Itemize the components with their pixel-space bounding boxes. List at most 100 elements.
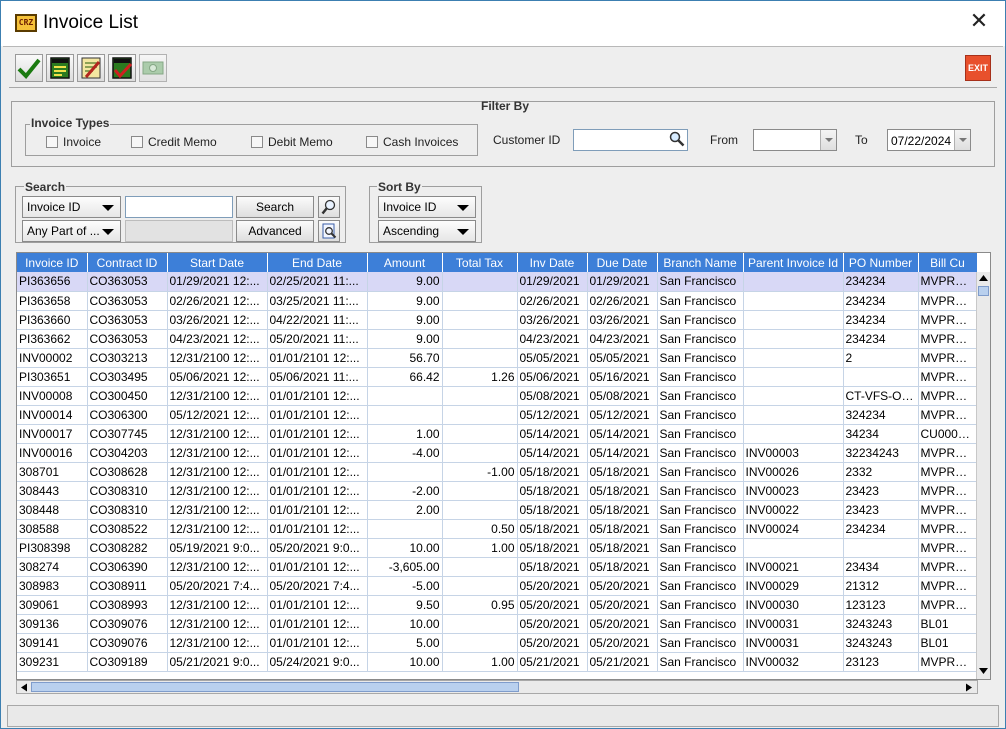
table-cell: 12/31/2100 12:...	[167, 500, 268, 520]
debit-memo-checkbox[interactable]	[251, 136, 263, 148]
customer-search-icon[interactable]	[669, 131, 685, 147]
scroll-left-icon[interactable]	[20, 683, 28, 692]
to-date-dropdown-icon[interactable]	[954, 130, 970, 150]
sort-order-select[interactable]: Ascending	[378, 220, 476, 242]
search-match-select[interactable]: Any Part of ...	[22, 220, 121, 242]
table-row[interactable]: 308983 CO308911 05/20/2021 7:4... 05/20/202…	[17, 576, 978, 596]
table-cell: 05/20/2021 7:4...	[167, 576, 268, 596]
table-row[interactable]: INV00016 CO304203 12/31/2100 12:... 01/01/2…	[17, 443, 978, 463]
credit-memo-checkbox[interactable]	[131, 136, 143, 148]
table-row[interactable]: 308448 CO308310 12/31/2100 12:... 01/01/210…	[17, 500, 978, 520]
from-date-field[interactable]	[753, 129, 837, 151]
horizontal-scroll-thumb[interactable]	[31, 682, 519, 692]
vertical-scroll-thumb[interactable]	[978, 286, 989, 296]
table-row[interactable]: INV00002 CO303213 12/31/2100 12:... 01/01/2…	[17, 348, 978, 368]
column-header[interactable]: Contract ID	[87, 253, 168, 272]
column-header[interactable]: Amount	[367, 253, 443, 272]
table-row[interactable]: 308443 CO308310 12/31/2100 12:... 01/01/210…	[17, 481, 978, 501]
table-row[interactable]: 309136 CO309076 12/31/2100 12:... 01/01/210…	[17, 614, 978, 634]
table-cell: MVPREFD1	[918, 443, 978, 463]
column-header[interactable]: Total Tax	[442, 253, 518, 272]
table-cell: 12/31/2100 12:...	[167, 519, 268, 539]
search-button[interactable]: Search	[236, 196, 314, 218]
table-row[interactable]: 309061 CO308993 12/31/2100 12:... 01/01/210…	[17, 595, 978, 615]
table-cell: 01/01/2101 12:...	[267, 519, 368, 539]
column-header[interactable]: PO Number	[843, 253, 919, 272]
cash-invoices-checkbox[interactable]	[366, 136, 378, 148]
advanced-find-button[interactable]	[318, 220, 340, 242]
from-date-dropdown-icon[interactable]	[820, 130, 836, 150]
column-header[interactable]: Branch Name	[657, 253, 744, 272]
table-cell: INV00031	[743, 614, 844, 634]
customer-id-label: Customer ID	[493, 133, 561, 147]
table-cell: CO308310	[87, 500, 168, 520]
table-row[interactable]: PI303651 CO303495 05/06/2021 12:... 05/06/2…	[17, 367, 978, 387]
search-field-select[interactable]: Invoice ID	[22, 196, 121, 218]
table-cell: 34234	[843, 424, 919, 444]
scroll-right-icon[interactable]	[965, 683, 973, 692]
invoice-checkbox[interactable]	[46, 136, 58, 148]
edit-button[interactable]	[77, 54, 105, 82]
close-window-button[interactable]: ✕	[967, 11, 991, 35]
find-button[interactable]	[318, 196, 340, 218]
column-header[interactable]: Due Date	[587, 253, 658, 272]
toolbar-divider	[9, 87, 997, 88]
table-cell: 04/22/2021 11:...	[267, 310, 368, 330]
table-cell: 308274	[17, 557, 88, 577]
column-header[interactable]: Invoice ID	[17, 253, 88, 272]
column-header[interactable]: Bill Cu	[918, 253, 978, 272]
exit-button[interactable]: EXIT	[965, 55, 991, 81]
advanced-search-button[interactable]: Advanced	[236, 220, 314, 242]
table-cell: 23423	[843, 500, 919, 520]
table-row[interactable]: INV00008 CO300450 12/31/2100 12:... 01/01/2…	[17, 386, 978, 406]
table-row[interactable]: PI363660 CO363053 03/26/2021 12:... 04/22/2…	[17, 310, 978, 330]
table-cell	[843, 538, 919, 558]
table-cell: San Francisco	[657, 443, 744, 463]
invoice-grid: Invoice ID Contract ID Start Date End Date A…	[17, 253, 978, 672]
table-cell: San Francisco	[657, 481, 744, 501]
table-row[interactable]: 308274 CO306390 12/31/2100 12:... 01/01/210…	[17, 557, 978, 577]
table-row[interactable]: PI363658 CO363053 02/26/2021 12:... 03/25/2…	[17, 291, 978, 311]
table-cell: 02/26/2021	[517, 291, 588, 311]
table-cell: PI308398	[17, 538, 88, 558]
table-row[interactable]: INV00014 CO306300 05/12/2021 12:... 01/01/2…	[17, 405, 978, 425]
table-row[interactable]: 309141 CO309076 12/31/2100 12:... 01/01/210…	[17, 633, 978, 653]
horizontal-scrollbar[interactable]	[16, 680, 978, 694]
table-cell: 10.00	[367, 614, 443, 634]
table-cell: 9.50	[367, 595, 443, 615]
table-cell: CT-VFS-O5...	[843, 386, 919, 406]
table-row[interactable]: 308701 CO308628 12/31/2100 12:... 01/01/210…	[17, 462, 978, 482]
scroll-down-icon[interactable]	[978, 667, 989, 675]
table-row[interactable]: PI363662 CO363053 04/23/2021 12:... 05/20/2…	[17, 329, 978, 349]
column-header[interactable]: End Date	[267, 253, 368, 272]
to-date-field[interactable]: 07/22/2024	[887, 129, 971, 151]
table-cell: 03/25/2021 11:...	[267, 291, 368, 311]
table-row[interactable]: PI363656 CO363053 01/29/2021 12:... 02/25/2…	[17, 272, 978, 292]
column-header[interactable]: Parent Invoice Id	[743, 253, 844, 272]
table-cell	[442, 405, 518, 425]
invoice-button[interactable]	[46, 54, 74, 82]
sort-field-select[interactable]: Invoice ID	[378, 196, 476, 218]
table-cell: 05/18/2021	[587, 481, 658, 501]
approve-button[interactable]	[15, 54, 43, 82]
table-cell: INV00002	[17, 348, 88, 368]
scroll-up-icon[interactable]	[978, 274, 989, 282]
table-row[interactable]: 308588 CO308522 12/31/2100 12:... 01/01/210…	[17, 519, 978, 539]
payment-button[interactable]	[139, 54, 167, 82]
table-row[interactable]: INV00017 CO307745 12/31/2100 12:... 01/01/2…	[17, 424, 978, 444]
table-cell: -4.00	[367, 443, 443, 463]
search-query-input[interactable]	[125, 196, 233, 218]
table-cell	[743, 424, 844, 444]
column-header[interactable]: Start Date	[167, 253, 268, 272]
table-row[interactable]: 309231 CO309189 05/21/2021 9:0... 05/24/202…	[17, 652, 978, 672]
vertical-scrollbar[interactable]	[976, 272, 990, 679]
column-header[interactable]: Inv Date	[517, 253, 588, 272]
table-cell: -5.00	[367, 576, 443, 596]
table-cell: 234234	[843, 310, 919, 330]
table-cell: 23123	[843, 652, 919, 672]
invoice-check-button[interactable]	[108, 54, 136, 82]
sort-title: Sort By	[377, 180, 422, 194]
table-cell: INV00017	[17, 424, 88, 444]
table-cell: 05/14/2021	[587, 443, 658, 463]
table-row[interactable]: PI308398 CO308282 05/19/2021 9:0... 05/20/2…	[17, 538, 978, 558]
